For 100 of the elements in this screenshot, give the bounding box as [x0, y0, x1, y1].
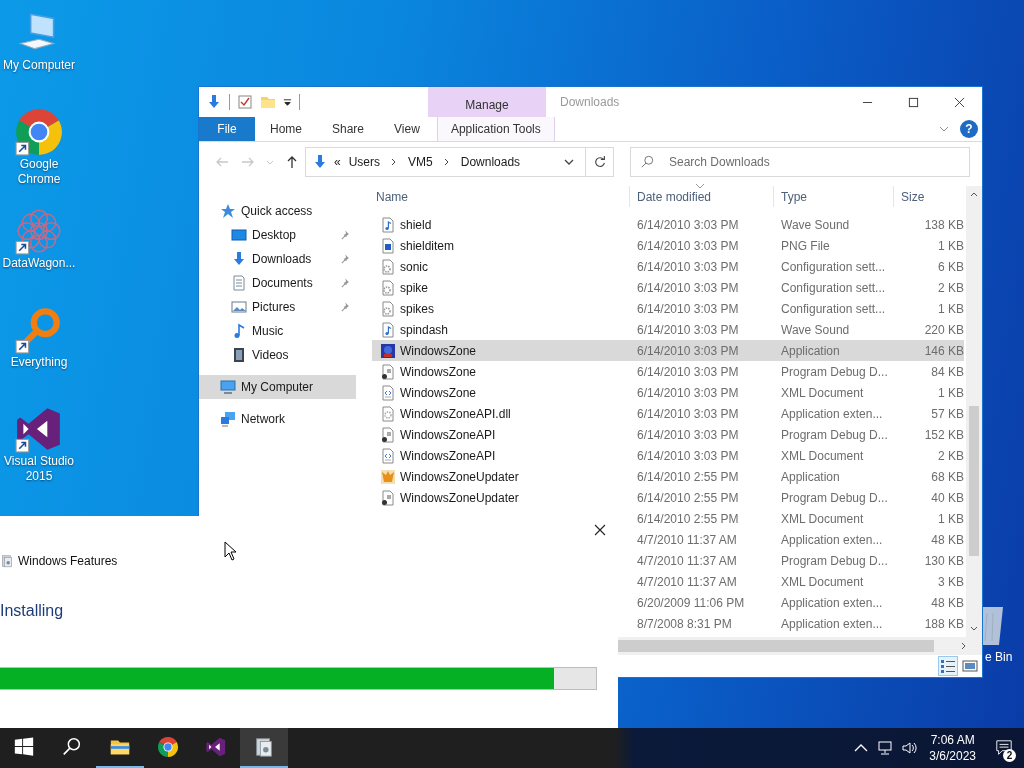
notification-badge: 2: [1003, 749, 1016, 762]
size-cell-text: 2 KB: [937, 280, 964, 295]
nav-item[interactable]: My Computer: [199, 375, 356, 399]
file-row[interactable]: WindowsZone 6/14/2010 3:03 PM Program Debug D... 84 KB: [372, 361, 964, 382]
vertical-scrollbar[interactable]: [966, 186, 982, 637]
gear-file-icon: [380, 279, 396, 296]
checklist-icon[interactable]: [237, 94, 253, 110]
address-bar[interactable]: « Users VM5 Downloads: [305, 147, 614, 177]
size-cell-text: 146 KB: [923, 343, 964, 358]
chevron-icon[interactable]: [442, 158, 451, 166]
ribbon-tab[interactable]: Application Tools: [436, 117, 555, 141]
date-cell-text: 4/7/2010 11:37 AM: [636, 532, 738, 547]
desktop-icon: [231, 227, 247, 243]
column-header[interactable]: Type: [774, 186, 894, 207]
gear-file-icon: [380, 300, 396, 317]
size-cell-text: 48 KB: [930, 595, 964, 610]
pin-icon[interactable]: [340, 253, 352, 265]
contextual-tab-group: Manage: [428, 87, 546, 117]
browser-icon[interactable]: [14, 107, 64, 157]
film-icon: [231, 347, 247, 363]
breadcrumb[interactable]: Users: [348, 155, 381, 169]
column-header[interactable]: Date modified: [630, 186, 774, 207]
file-name: spikes: [400, 301, 434, 316]
document-icon: [231, 275, 247, 291]
file-row[interactable]: WindowsZoneAPI 6/14/2010 3:03 PM Program Debug D... 152 KB: [372, 424, 964, 445]
caret-icon[interactable]: [283, 97, 292, 107]
pin-icon[interactable]: [340, 301, 352, 313]
taskbar-app-button[interactable]: [240, 728, 288, 768]
mouse-pointer-icon: [224, 541, 236, 561]
nav-item[interactable]: Documents: [199, 271, 356, 295]
notification-icon[interactable]: [995, 739, 1013, 757]
ribbon-tab[interactable]: File: [199, 117, 255, 141]
file-row[interactable]: sonic 6/14/2010 3:03 PM Configuration sett... 6 KB: [372, 256, 964, 277]
date-cell-text: 6/14/2010 3:03 PM: [636, 259, 740, 274]
type-cell-text: XML Document: [780, 385, 865, 400]
file-row[interactable]: spike 6/14/2010 3:03 PM Configuration sett... 2 KB: [372, 277, 964, 298]
file-name: WindowsZone: [400, 364, 477, 379]
file-row[interactable]: WindowsZone 6/14/2010 3:03 PM Application 146 KB: [372, 340, 964, 361]
nav-item[interactable]: Quick access: [199, 199, 356, 223]
picture-icon: [231, 299, 247, 315]
browser-icon: [157, 736, 179, 758]
type-cell-text: Program Debug D...: [780, 427, 889, 442]
type-cell-text: Configuration sett...: [780, 301, 887, 316]
scroll-thumb[interactable]: [969, 406, 979, 556]
file-row[interactable]: spindash 6/14/2010 3:03 PM Wave Sound 220 KB: [372, 319, 964, 340]
nav-item[interactable]: Downloads: [199, 247, 356, 271]
breadcrumb[interactable]: VM5: [408, 155, 433, 169]
breadcrumb[interactable]: Downloads: [460, 155, 521, 169]
clock-date[interactable]: 3/6/2023: [929, 748, 976, 764]
file-row[interactable]: WindowsZoneUpdater 6/14/2010 2:55 PM Program Debug D... 40 KB: [372, 487, 964, 508]
file-row[interactable]: spikes 6/14/2010 3:03 PM Configuration sett... 1 KB: [372, 298, 964, 319]
nav-item[interactable]: Pictures: [199, 295, 356, 319]
date-cell-text: 6/14/2010 3:03 PM: [636, 448, 740, 463]
gear-file-icon: [380, 258, 396, 275]
overflow-crumb[interactable]: «: [334, 155, 341, 169]
size-cell-text: 48 KB: [930, 532, 964, 547]
type-cell-text: Configuration sett...: [780, 259, 887, 274]
nav-item[interactable]: Music: [199, 319, 356, 343]
volume-icon[interactable]: [901, 740, 918, 756]
pin-icon[interactable]: [340, 277, 352, 289]
network-icon[interactable]: [877, 740, 894, 756]
computer-icon: [220, 379, 236, 395]
date-cell-text: 6/20/2009 11:06 PM: [636, 595, 746, 610]
close-button[interactable]: [593, 524, 607, 538]
search-icon: [61, 736, 83, 758]
nav-item[interactable]: Desktop: [199, 223, 356, 247]
column-header[interactable]: Size: [894, 186, 964, 207]
type-cell-text: XML Document: [780, 574, 865, 589]
type-cell-text: Wave Sound: [780, 322, 851, 337]
app-icon: [380, 468, 396, 485]
lattice-icon[interactable]: [14, 206, 64, 256]
file-name: WindowsZoneAPI: [400, 427, 496, 442]
download-arrow-icon[interactable]: [206, 94, 222, 110]
details-view-button[interactable]: [938, 656, 958, 676]
ribbon-tab[interactable]: Home: [255, 117, 317, 141]
ribbon-tab[interactable]: Share: [317, 117, 380, 141]
column-header[interactable]: Name: [372, 186, 630, 207]
file-row[interactable]: shield 6/14/2010 3:03 PM Wave Sound 138 KB: [372, 214, 964, 235]
search-field[interactable]: Search Downloads: [630, 147, 970, 177]
date-cell-text: 6/14/2010 3:03 PM: [636, 301, 740, 316]
download-arrow-icon: [312, 154, 328, 170]
file-row[interactable]: WindowsZoneAPI 6/14/2010 3:03 PM XML Document 2 KB: [372, 445, 964, 466]
help-button[interactable]: ?: [960, 120, 978, 138]
ribbon-tab[interactable]: View: [379, 117, 435, 141]
nav-item[interactable]: Network: [199, 407, 356, 431]
type-cell-text: Application exten...: [780, 532, 884, 547]
pin-icon[interactable]: [340, 229, 352, 241]
file-row[interactable]: WindowsZone 6/14/2010 3:03 PM XML Document 1 KB: [372, 382, 964, 403]
status-heading: Installing: [0, 602, 65, 620]
file-row[interactable]: WindowsZoneAPI.dll 6/14/2010 3:03 PM Application exten... 57 KB: [372, 403, 964, 424]
clock-time[interactable]: 7:06 AM: [930, 732, 975, 748]
date-cell-text: 6/14/2010 2:55 PM: [636, 511, 740, 526]
picture-frame-icon: [962, 658, 978, 674]
date-cell-text: 6/14/2010 3:03 PM: [636, 343, 740, 358]
desktop-icon-label[interactable]: e Bin: [985, 650, 1013, 664]
file-row[interactable]: WindowsZoneUpdater 6/14/2010 2:55 PM Application 68 KB: [372, 466, 964, 487]
date-cell-text: 4/7/2010 11:37 AM: [636, 553, 738, 568]
file-row[interactable]: shielditem 6/14/2010 3:03 PM PNG File 1 KB: [372, 235, 964, 256]
nav-item[interactable]: Videos: [199, 343, 356, 367]
file-name: WindowsZone: [400, 385, 477, 400]
